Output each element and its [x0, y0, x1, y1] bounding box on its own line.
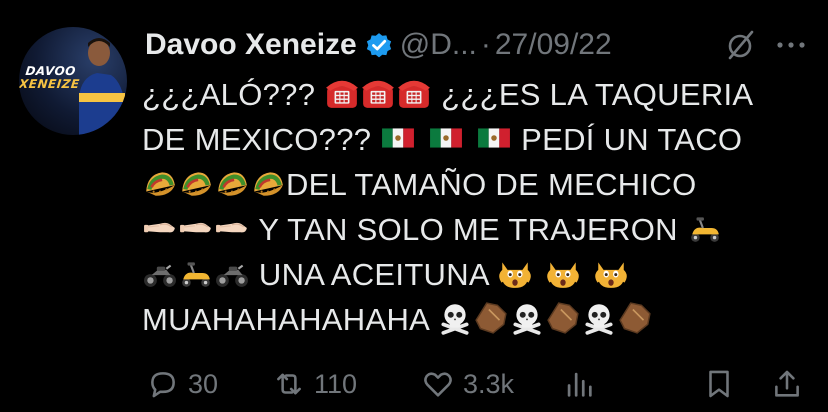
tweet-text-segment: PEDÍ UN TACO: [521, 122, 743, 157]
avatar[interactable]: 10 DAVOO XENEIZE: [19, 27, 127, 135]
svg-text:10: 10: [114, 111, 127, 135]
mexico-flag-icon: [381, 121, 415, 155]
tweet-header: Davoo Xeneize @D... · 27/09/22: [145, 22, 612, 68]
motorcycle-icon: [215, 256, 249, 290]
tweet-line-2: DE MEXICO??? PEDÍ UN TACO: [142, 117, 822, 162]
mexico-flag-icon: [477, 121, 511, 155]
coffin-icon: [618, 301, 652, 335]
tweet-line-5: UNA ACEITUNA: [142, 252, 822, 297]
tweet-text-segment: UNA ACEITUNA: [258, 257, 489, 292]
bookmark-icon: [709, 370, 729, 398]
tweet-text-segment: DEL TAMAÑO DE MECHICO: [286, 167, 697, 202]
avatar-text-line2: XENEIZE: [19, 77, 81, 91]
tweet-text-segment: Y TAN SOLO ME TRAJERON: [258, 212, 678, 247]
telephone-icon: [325, 76, 359, 110]
views-button[interactable]: [562, 366, 596, 402]
tweet-line-6: MUAHAHAHAHAHA: [142, 297, 822, 342]
tweet-text: ¿¿¿ALÓ??? ¿¿¿ES LA TAQUERIA DE MEXICO???…: [142, 72, 822, 342]
like-count: 3.3k: [463, 368, 515, 399]
tweet-line-3: DEL TAMAÑO DE MECHICO: [142, 162, 822, 207]
mute-icon[interactable]: [722, 27, 758, 63]
heart-icon: [424, 372, 452, 397]
avatar-logo-text: DAVOO XENEIZE: [19, 64, 82, 91]
tweet-line-1: ¿¿¿ALÓ??? ¿¿¿ES LA TAQUERIA: [142, 72, 822, 117]
retweet-icon: [277, 373, 301, 395]
coffin-icon: [546, 301, 580, 335]
tweet-text-segment: MUAHAHAHAHAHA: [142, 302, 429, 337]
verified-badge-icon: [366, 33, 391, 58]
pinching-hand-icon: [179, 211, 213, 245]
taco-icon: [143, 166, 177, 200]
mexico-flag-icon: [429, 121, 463, 155]
screaming-cat-icon: [594, 256, 628, 290]
taco-icon: [251, 166, 285, 200]
bookmark-button[interactable]: [702, 366, 736, 402]
reply-count: 30: [188, 368, 219, 399]
telephone-icon: [397, 76, 431, 110]
tweet-actions: 30 110 3.3k: [0, 360, 828, 406]
share-button[interactable]: [770, 366, 804, 402]
taco-icon: [215, 166, 249, 200]
motor-scooter-icon: [688, 211, 722, 245]
pinching-hand-icon: [215, 211, 249, 245]
more-icon[interactable]: [776, 40, 806, 50]
tweet-date[interactable]: 27/09/22: [495, 28, 612, 62]
motor-scooter-icon: [179, 256, 213, 290]
separator-dot: ·: [480, 28, 491, 61]
share-icon: [775, 370, 799, 397]
views-icon: [567, 372, 592, 397]
pinching-hand-icon: [143, 211, 177, 245]
motorcycle-icon: [143, 256, 177, 290]
skull-and-crossbones-icon: [510, 301, 544, 335]
coffin-icon: [474, 301, 508, 335]
like-button[interactable]: 3.3k: [421, 366, 514, 402]
skull-and-crossbones-icon: [438, 301, 472, 335]
reply-icon: [151, 372, 175, 398]
retweet-button[interactable]: 110: [272, 366, 357, 402]
taco-icon: [179, 166, 213, 200]
tweet-text-segment: ¿¿¿ES LA TAQUERIA: [441, 77, 754, 112]
telephone-icon: [361, 76, 395, 110]
screaming-cat-icon: [546, 256, 580, 290]
skull-and-crossbones-icon: [582, 301, 616, 335]
reply-button[interactable]: 30: [146, 366, 218, 402]
tweet-text-segment: ¿¿¿ALÓ???: [142, 77, 316, 112]
display-name[interactable]: Davoo Xeneize: [145, 28, 357, 62]
retweet-count: 110: [314, 368, 358, 399]
tweet-line-4: Y TAN SOLO ME TRAJERON: [142, 207, 822, 252]
author-handle[interactable]: @D...: [400, 28, 477, 62]
screaming-cat-icon: [498, 256, 532, 290]
tweet-text-segment: DE MEXICO???: [142, 122, 372, 157]
